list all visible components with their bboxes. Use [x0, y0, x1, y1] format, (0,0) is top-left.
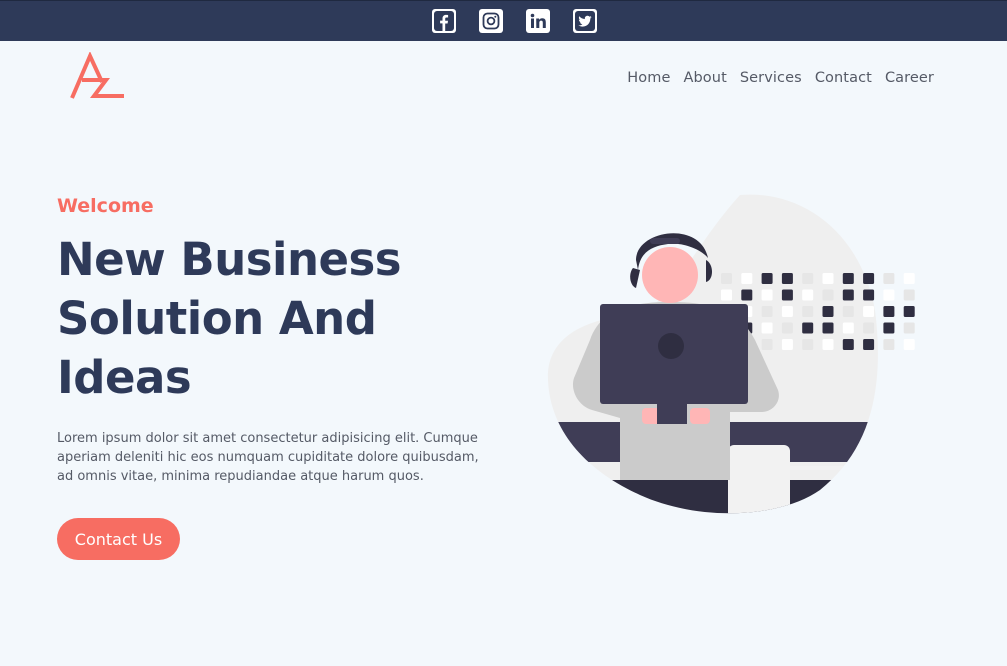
- grid-square: [863, 322, 875, 334]
- headline-line-1: New Business: [57, 233, 402, 286]
- facebook-icon[interactable]: [432, 9, 456, 33]
- grid-square: [741, 289, 753, 301]
- grid-square: [903, 289, 915, 301]
- grid-square: [822, 322, 834, 334]
- grid-square: [781, 339, 793, 350]
- grid-square: [822, 306, 834, 317]
- instagram-icon[interactable]: [479, 9, 503, 33]
- grid-square: [863, 339, 875, 350]
- grid-square: [903, 306, 915, 317]
- grid-square: [781, 273, 793, 284]
- hero-eyebrow: Welcome: [57, 195, 154, 217]
- grid-square: [883, 273, 895, 284]
- grid-square: [802, 322, 814, 334]
- grid-square: [761, 339, 773, 350]
- nav-about[interactable]: About: [683, 70, 726, 86]
- grid-square: [903, 339, 915, 350]
- brand-logo[interactable]: [68, 51, 126, 102]
- hero-description: Lorem ipsum dolor sit amet consectetur a…: [57, 431, 479, 484]
- twitter-icon[interactable]: [573, 9, 597, 33]
- grid-square: [761, 306, 773, 317]
- grid-square: [822, 289, 834, 301]
- grid-square: [883, 289, 895, 301]
- nav-career[interactable]: Career: [885, 70, 934, 86]
- main-nav: Home About Services Contact Career: [627, 70, 934, 86]
- grid-square: [822, 273, 834, 284]
- grid-square: [761, 322, 773, 334]
- grid-square: [863, 306, 875, 317]
- grid-square: [721, 273, 732, 284]
- headline-line-2: Solution And: [57, 292, 377, 345]
- grid-square: [842, 273, 854, 284]
- grid-square: [802, 306, 814, 317]
- grid-square: [903, 273, 915, 284]
- headline-line-3: Ideas: [57, 351, 192, 404]
- grid-square: [822, 339, 834, 350]
- grid-square: [781, 322, 793, 334]
- grid-square: [903, 322, 915, 334]
- grid-square: [721, 289, 732, 301]
- grid-square: [863, 289, 875, 301]
- grid-square: [781, 289, 793, 301]
- hero-headline: New Business Solution And Ideas: [57, 230, 477, 407]
- nav-services[interactable]: Services: [740, 70, 802, 86]
- grid-square: [802, 289, 814, 301]
- grid-square: [842, 339, 854, 350]
- contact-us-button[interactable]: Contact Us: [57, 518, 180, 560]
- grid-square: [802, 273, 814, 284]
- grid-square: [842, 322, 854, 334]
- grid-square: [863, 273, 875, 284]
- hero-illustration: [540, 190, 930, 520]
- grid-square: [883, 339, 895, 350]
- nav-contact[interactable]: Contact: [815, 70, 872, 86]
- grid-square: [842, 306, 854, 317]
- grid-square: [883, 306, 895, 317]
- grid-square: [842, 289, 854, 301]
- grid-square: [761, 273, 773, 284]
- social-bar: [0, 0, 1007, 41]
- grid-square: [802, 339, 814, 350]
- grid-square: [741, 273, 753, 284]
- grid-square: [781, 306, 793, 317]
- nav-home[interactable]: Home: [627, 70, 670, 86]
- linkedin-icon[interactable]: [526, 9, 550, 33]
- grid-square: [883, 322, 895, 334]
- grid-square: [761, 289, 773, 301]
